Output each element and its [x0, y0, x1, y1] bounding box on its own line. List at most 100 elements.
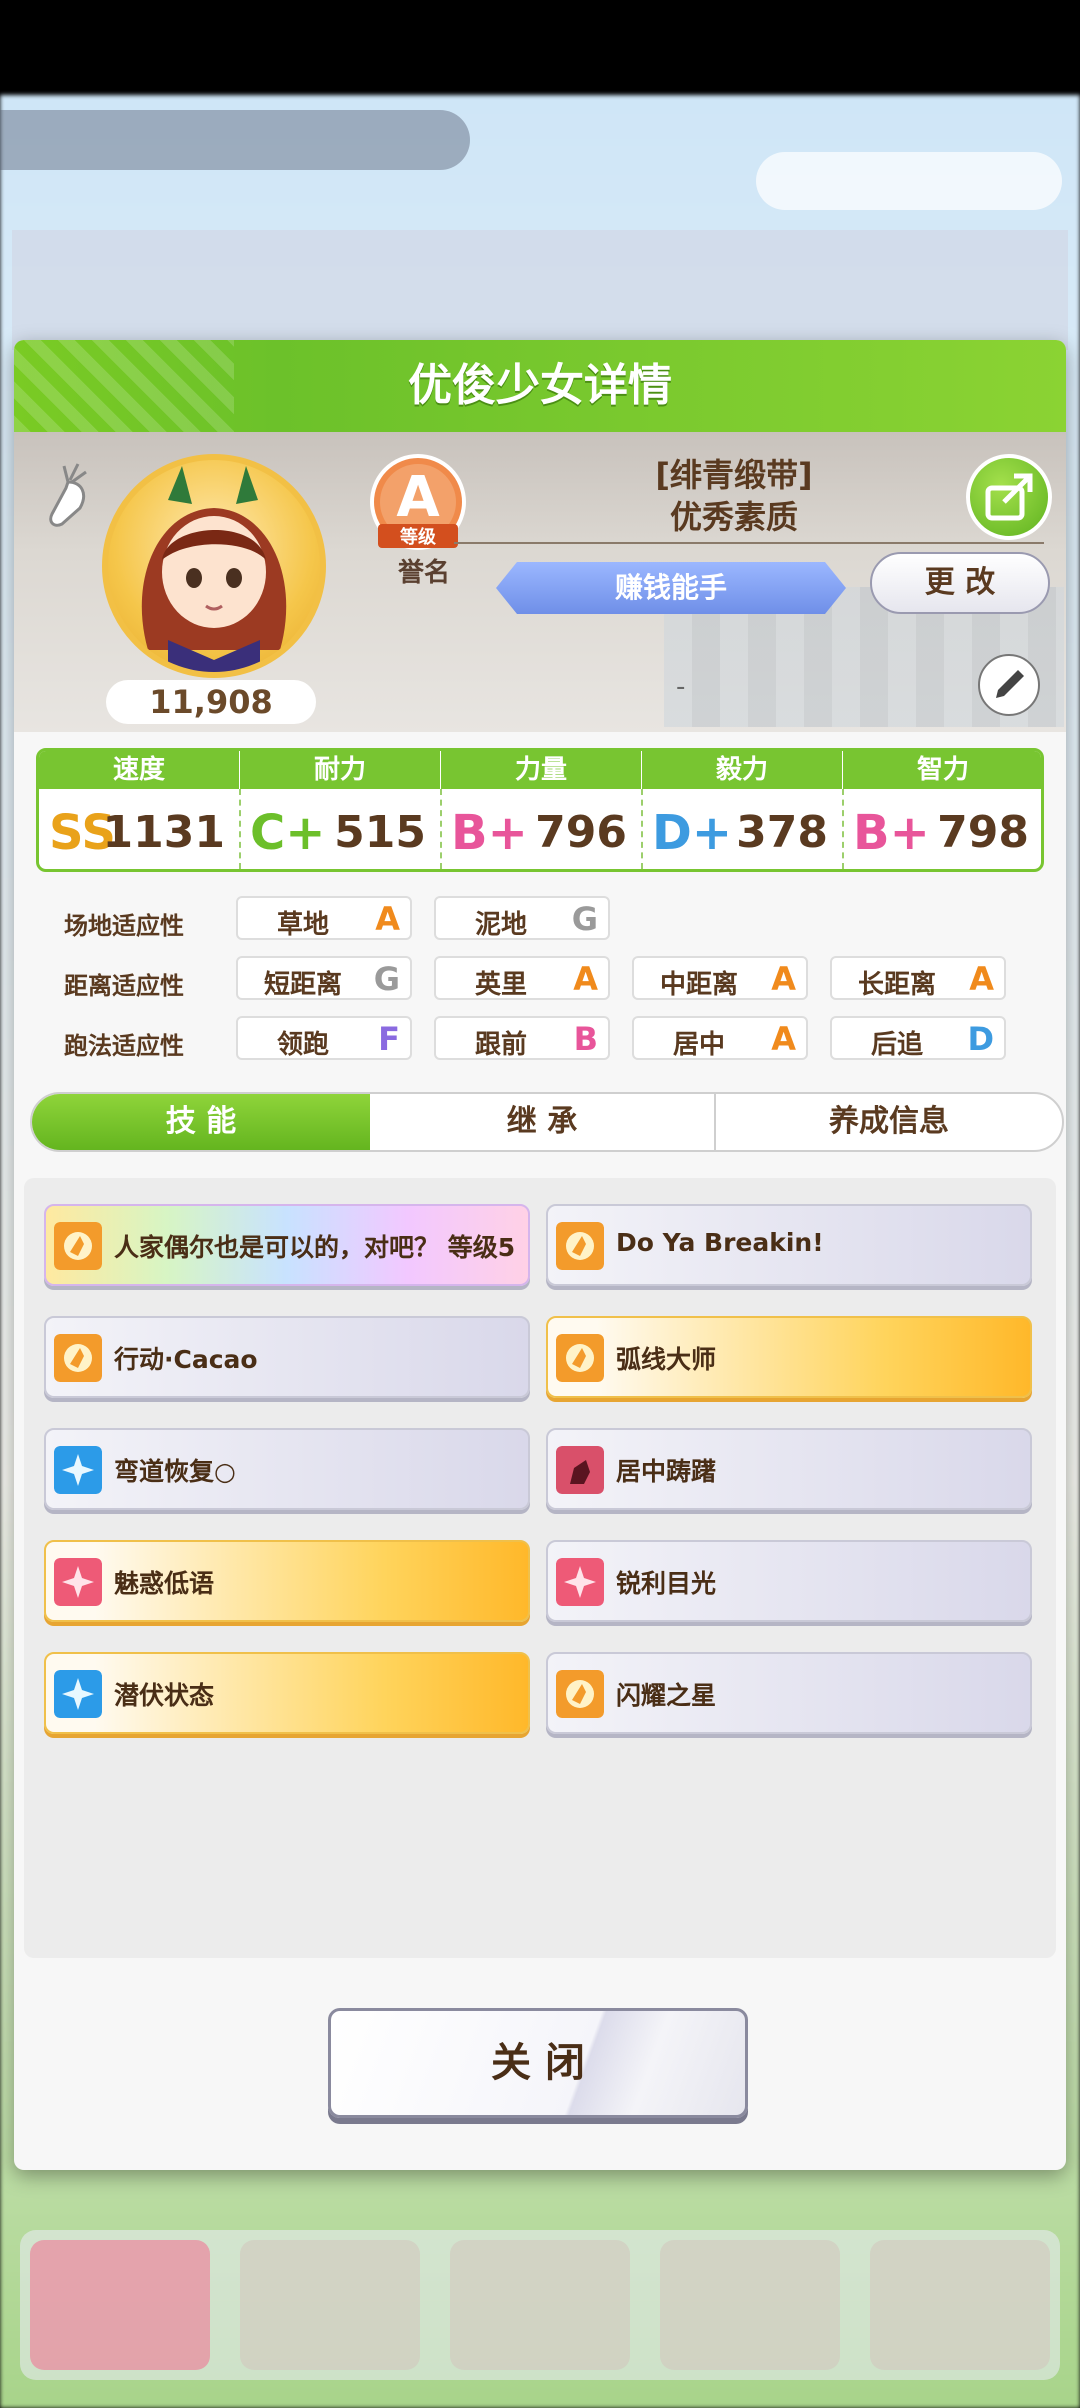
- stat-guts-value: 378: [736, 807, 828, 858]
- stat-stamina: 耐力 C+ 515: [240, 751, 440, 869]
- speed-icon: [556, 1222, 604, 1270]
- skill-item[interactable]: 潜伏状态: [44, 1652, 530, 1734]
- aptitude-end-closer-name: 后追: [870, 1030, 923, 1060]
- skill-name: 行动·Cacao: [114, 1345, 258, 1374]
- skill-name: 潜伏状态: [114, 1681, 215, 1710]
- aptitude-front-runner-grade: F: [378, 1020, 400, 1058]
- aptitude-turf-grade: A: [375, 900, 400, 938]
- aptitude-sprint: 短距离 G: [236, 956, 412, 1000]
- stat-speed-value: 1131: [102, 807, 225, 858]
- stat-guts-grade: D+: [652, 805, 733, 861]
- aptitude-medium-name: 中距离: [659, 970, 738, 1000]
- recovery-icon: [54, 1446, 102, 1494]
- stat-guts: 毅力 D+ 378: [642, 751, 842, 869]
- share-button[interactable]: [966, 454, 1052, 540]
- aptitude-mile-grade: A: [573, 960, 598, 998]
- pencil-icon: [996, 670, 1024, 698]
- aptitude-sprint-grade: G: [373, 960, 400, 998]
- stat-wit: 智力 B+ 798: [843, 751, 1041, 869]
- skill-item[interactable]: 锐利目光: [546, 1540, 1032, 1622]
- skill-item[interactable]: 居中踌躇: [546, 1428, 1032, 1510]
- aptitude-sprint-name: 短距离: [263, 970, 342, 1000]
- skill-name: 闪耀之星: [616, 1681, 717, 1710]
- aptitude-long-grade: A: [969, 960, 994, 998]
- character-avatar: [141, 466, 287, 672]
- close-button[interactable]: 关 闭: [328, 2008, 748, 2118]
- recovery-icon: [54, 1670, 102, 1718]
- aptitude-turf: 草地 A: [236, 896, 412, 940]
- skill-item[interactable]: 行动·Cacao: [44, 1316, 530, 1398]
- background-banner: [0, 110, 470, 170]
- aptitude-mile-name: 英里: [474, 970, 527, 1000]
- background-character-row: [12, 230, 1068, 350]
- stat-wit-value: 798: [937, 807, 1029, 858]
- stat-speed-label: 速度: [39, 751, 239, 789]
- title-banner: 赚钱能手: [496, 562, 846, 614]
- skill-item[interactable]: 闪耀之星: [546, 1652, 1032, 1734]
- fan-count: 11,908: [106, 680, 316, 724]
- aptitude-long: 长距离 A: [830, 956, 1006, 1000]
- tab-inheritance[interactable]: 继 承: [370, 1094, 714, 1150]
- sparkle-icon: [54, 1558, 102, 1606]
- status-bar: [0, 0, 1080, 95]
- aptitude-distance-label: 距离适应性: [64, 972, 184, 1000]
- edit-button[interactable]: [978, 654, 1040, 716]
- aptitude-end-closer-grade: D: [967, 1020, 994, 1058]
- skill-name: Do Ya Breakin!: [616, 1228, 824, 1257]
- stat-guts-label: 毅力: [642, 751, 842, 789]
- stat-power-value: 796: [535, 807, 627, 858]
- detail-tabs: 技 能 继 承 养成信息: [30, 1092, 1064, 1152]
- grade-badge: A 等级: [370, 454, 466, 550]
- aptitude-pace-chaser-name: 跟前: [474, 1030, 527, 1060]
- carrot-icon[interactable]: [38, 458, 98, 528]
- skill-item[interactable]: 人家偶尔也是可以的，对吧？ 等级5: [44, 1204, 530, 1286]
- stat-power-grade: B+: [451, 805, 528, 861]
- speed-icon: [54, 1222, 102, 1270]
- aptitude-dirt: 泥地 G: [434, 896, 610, 940]
- skill-item[interactable]: 弯道恢复○: [44, 1428, 530, 1510]
- stat-wit-label: 智力: [843, 751, 1041, 789]
- skill-name: 弧线大师: [616, 1345, 717, 1374]
- stat-power: 力量 B+ 796: [441, 751, 641, 869]
- debuff-icon: [556, 1446, 604, 1494]
- speed-icon: [556, 1670, 604, 1718]
- aptitude-dirt-grade: G: [571, 900, 598, 938]
- skill-item[interactable]: Do Ya Breakin!: [546, 1204, 1032, 1286]
- background-button: [756, 152, 1062, 210]
- skill-name: 弯道恢复○: [114, 1457, 236, 1486]
- aptitude-style-label: 跑法适应性: [64, 1032, 184, 1060]
- skill-item[interactable]: 魅惑低语: [44, 1540, 530, 1622]
- stat-power-label: 力量: [441, 751, 641, 789]
- change-title-button[interactable]: 更 改: [870, 552, 1050, 614]
- character-portrait[interactable]: [102, 454, 326, 678]
- skill-item[interactable]: 弧线大师: [546, 1316, 1032, 1398]
- grade-label: 等级: [400, 526, 437, 548]
- aptitude-front-runner: 领跑 F: [236, 1016, 412, 1060]
- aptitude-medium-grade: A: [771, 960, 796, 998]
- aptitude-late-surger-name: 居中: [672, 1030, 725, 1060]
- aptitude-late-surger: 居中 A: [632, 1016, 808, 1060]
- stat-stamina-value: 515: [334, 807, 426, 858]
- skill-name: 魅惑低语: [114, 1569, 215, 1598]
- aptitude-end-closer: 后追 D: [830, 1016, 1006, 1060]
- aptitude-late-surger-grade: A: [771, 1020, 796, 1058]
- umamusume-detail-dialog: 优俊少女详情 11,908 A 等级 誉名 [绯青缎带] 优秀素质 赚钱能手 更…: [14, 340, 1066, 2170]
- aptitude-mile: 英里 A: [434, 956, 610, 1000]
- aptitude-track-label: 场地适应性: [64, 912, 184, 940]
- grade-letter: A: [396, 465, 440, 530]
- aptitude-medium: 中距离 A: [632, 956, 808, 1000]
- rank-label: 誉名: [397, 558, 450, 588]
- stat-stamina-label: 耐力: [240, 751, 440, 789]
- epithet-line2: 优秀素质: [669, 498, 798, 536]
- skill-name: 人家偶尔也是可以的，对吧？ 等级5: [114, 1233, 516, 1262]
- aptitude-turf-name: 草地: [276, 910, 329, 940]
- background-bottom-nav: [20, 2230, 1060, 2380]
- dash-text: -: [676, 672, 686, 702]
- aptitude-dirt-name: 泥地: [474, 910, 527, 940]
- tab-skills[interactable]: 技 能: [32, 1094, 370, 1150]
- aptitude-front-runner-name: 领跑: [276, 1030, 329, 1060]
- speed-icon: [54, 1334, 102, 1382]
- dialog-title: 优俊少女详情: [408, 360, 672, 411]
- tab-training-info[interactable]: 养成信息: [716, 1094, 1062, 1150]
- stats-panel: 速度 SS 1131 耐力 C+ 515 力量 B+ 796 毅力 D+ 378…: [36, 748, 1044, 872]
